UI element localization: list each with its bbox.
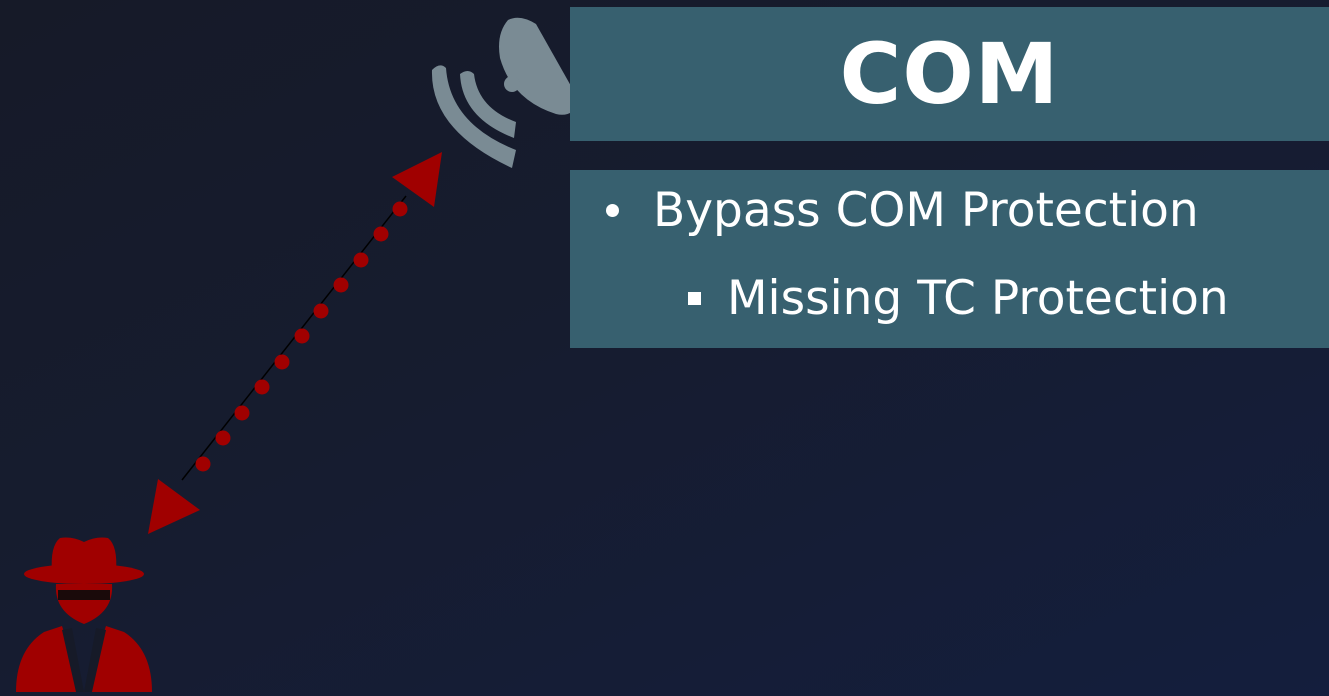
bullet-panel: Bypass COM Protection Missing TC Protect…	[570, 170, 1329, 348]
arrowhead-up	[392, 152, 442, 207]
satellite-dish-icon	[431, 17, 580, 168]
bullet-text: Bypass COM Protection	[653, 182, 1199, 238]
page-title: COM	[839, 25, 1060, 123]
slide: COM Bypass COM Protection Missing TC Pro…	[0, 0, 1329, 696]
communication-link	[148, 152, 442, 534]
bullet-text: Missing TC Protection	[727, 270, 1229, 326]
title-banner: COM	[570, 7, 1329, 141]
bullet-square-icon	[688, 291, 701, 305]
bullet-item-level-1: Bypass COM Protection	[606, 180, 1199, 240]
arrowhead-down	[148, 479, 200, 534]
bullet-item-level-2: Missing TC Protection	[688, 268, 1229, 328]
bullet-dot-icon	[606, 203, 619, 217]
link-dots	[195, 201, 408, 472]
spy-attacker-icon	[16, 537, 152, 692]
